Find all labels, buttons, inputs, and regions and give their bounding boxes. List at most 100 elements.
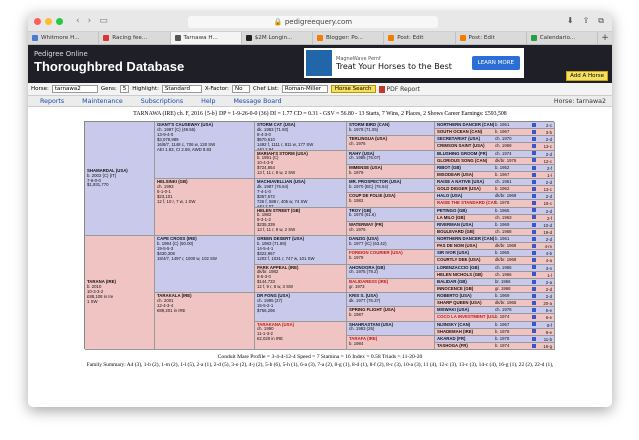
horse-name-link[interactable]: GLORIOUS SONG (CAN) — [437, 158, 495, 164]
info-icon[interactable] — [532, 258, 536, 263]
horse-name-link[interactable]: RIVERMAN (USA) — [437, 222, 495, 228]
horse-name-link[interactable]: BOULEVARD (GB) — [437, 229, 495, 235]
info-icon[interactable] — [532, 122, 536, 127]
minimize-window-button[interactable] — [45, 18, 52, 25]
add-horse-button[interactable]: Add A Horse — [566, 71, 608, 81]
info-icon[interactable] — [532, 272, 536, 277]
browser-tab[interactable]: Whitmore H... — [28, 32, 100, 44]
horse-name-link[interactable]: PETINGO (GB) — [437, 208, 495, 214]
horse-name-link[interactable]: NIJINSKY (CAN) — [437, 322, 495, 328]
menu-item-reports[interactable]: Reports — [40, 98, 64, 105]
info-icon[interactable] — [532, 165, 536, 170]
horse-name-link[interactable]: SHARP QUEEN (USA) — [437, 300, 495, 306]
close-window-button[interactable] — [34, 18, 41, 25]
horse-name-link[interactable]: HELEN NICHOLS (GB) — [437, 272, 495, 278]
info-icon[interactable] — [532, 194, 536, 199]
xfactor-select[interactable]: No — [232, 85, 250, 93]
horse-name-link[interactable]: LA MILO (GB) — [437, 215, 495, 221]
horse-name-link[interactable]: HALO (USA) — [437, 193, 495, 199]
horse-name-link[interactable]: CRIMSON SAINT (USA) — [437, 143, 495, 149]
pedigree-cell: FOREIGN COURIER (USA) b. 1979 — [347, 250, 435, 265]
horse-name-link[interactable]: TASHOGA (FR) — [437, 343, 495, 349]
info-icon[interactable] — [532, 222, 536, 227]
info-icon[interactable] — [532, 322, 536, 327]
horse-name-link[interactable]: AKARAD (FR) — [437, 336, 495, 342]
horse-name-link[interactable]: COURTLY DEE (USA) — [437, 257, 495, 263]
info-icon[interactable] — [532, 286, 536, 291]
info-icon[interactable] — [532, 215, 536, 220]
highlight-select[interactable]: Standard — [161, 85, 202, 93]
browser-tab[interactable]: Racing fee... — [99, 32, 171, 44]
horse-name-link[interactable]: PAS DE NOM (USA) — [437, 243, 495, 249]
info-icon[interactable] — [532, 300, 536, 305]
browser-tab[interactable]: Post: Edit — [456, 32, 527, 44]
horse-search-button[interactable]: Horse Search — [330, 85, 376, 93]
horse-name-link[interactable]: SHADEMAH (IRE) — [437, 329, 495, 335]
address-bar[interactable]: 🔒 pedigreequery.com — [188, 16, 438, 28]
horse-input[interactable]: tarnawa2 — [51, 85, 98, 93]
info-icon[interactable] — [532, 265, 536, 270]
info-icon[interactable] — [532, 236, 536, 241]
maximize-window-button[interactable] — [56, 18, 63, 25]
pedigree-cell: CAPE CROSS (IRE) b. 1994 {C} (50.00) 19-5… — [155, 236, 255, 293]
info-icon[interactable] — [532, 293, 536, 298]
info-icon[interactable] — [532, 201, 536, 206]
browser-tab[interactable]: Calendario... — [527, 32, 598, 44]
info-icon[interactable] — [532, 144, 536, 149]
horse-name-link[interactable]: GOLD DIGGER (USA) — [437, 186, 495, 192]
horse-name-link[interactable]: IMSODEAR (USA) — [437, 172, 495, 178]
browser-tab[interactable]: $2M Longin... — [242, 32, 313, 44]
menu-item-message-board[interactable]: Message Board — [233, 98, 281, 105]
learn-more-button[interactable]: LEARN MORE — [471, 56, 520, 70]
info-icon[interactable] — [532, 308, 536, 313]
tabs-overview-icon[interactable]: ⧉ — [598, 16, 604, 26]
horse-name-link[interactable]: SOUTH OCEAN (CAN) — [437, 129, 495, 135]
info-icon[interactable] — [532, 336, 536, 341]
horse-name-link[interactable]: BLUSHING GROOM (FR) — [437, 151, 495, 157]
share-icon[interactable]: ⇪ — [583, 16, 590, 26]
horse-name-link[interactable]: SIR IVOR (USA) — [437, 250, 495, 256]
info-icon[interactable] — [532, 186, 536, 191]
forward-icon[interactable]: › — [88, 16, 92, 26]
browser-tab[interactable]: Blogger: Po... — [313, 32, 385, 44]
info-icon[interactable] — [532, 315, 536, 320]
pdf-report-button[interactable]: PDF Report — [378, 85, 420, 93]
horse-name-link[interactable]: NORTHERN DANCER (CAN) — [437, 122, 495, 128]
advertisement[interactable]: MagneWave Pemf Treat Your Horses to the … — [304, 48, 524, 78]
menu-item-subscriptions[interactable]: Subscriptions — [141, 98, 183, 105]
horse-name-link[interactable]: INNOCENCE (GB) — [437, 286, 495, 292]
menu-item-maintenance[interactable]: Maintenance — [82, 98, 123, 105]
chef-select[interactable]: Roman-Miller — [281, 85, 328, 93]
info-icon[interactable] — [532, 151, 536, 156]
info-icon[interactable] — [532, 329, 536, 334]
horse-name-link[interactable]: RAISE A NATIVE (USA) — [437, 179, 495, 185]
browser-tab[interactable]: Post: Edit — [384, 32, 456, 44]
info-icon[interactable] — [532, 208, 536, 213]
back-icon[interactable]: ‹ — [76, 16, 80, 26]
info-icon[interactable] — [532, 137, 536, 142]
info-icon[interactable] — [532, 172, 536, 177]
horse-name-link[interactable]: NORTHERN DANCER (CAN) — [437, 236, 495, 242]
horse-name-link[interactable]: BALIDAR (GB) — [437, 279, 495, 285]
info-icon[interactable] — [532, 243, 536, 248]
gens-select[interactable]: 5 — [119, 85, 130, 93]
info-icon[interactable] — [532, 129, 536, 134]
horse-name-link[interactable]: MISWAKI (USA) — [437, 307, 495, 313]
new-tab-button[interactable]: + — [598, 32, 612, 44]
horse-name-link[interactable]: RAISE THE STANDARD (CAN) — [437, 200, 495, 206]
info-icon[interactable] — [532, 158, 536, 163]
info-icon[interactable] — [532, 179, 536, 184]
info-icon[interactable] — [532, 251, 536, 256]
download-icon[interactable]: ⬇ — [567, 16, 574, 26]
info-icon[interactable] — [532, 279, 536, 284]
menu-item-help[interactable]: Help — [201, 98, 215, 105]
horse-name-link[interactable]: LORENZACCIO (GB) — [437, 265, 495, 271]
sidebar-icon[interactable]: ▭ — [99, 16, 108, 26]
info-icon[interactable] — [532, 229, 536, 234]
horse-name-link[interactable]: SECRETARIAT (USA) — [437, 136, 495, 142]
horse-name-link[interactable]: RIBOT (GB) — [437, 165, 495, 171]
info-icon[interactable] — [532, 343, 536, 348]
horse-name-link[interactable]: ROBERTO (USA) — [437, 293, 495, 299]
browser-tab[interactable]: Tarnawa H... — [170, 32, 242, 44]
horse-name-link[interactable]: COCO LA INVESTMENT (USA) — [437, 314, 495, 320]
